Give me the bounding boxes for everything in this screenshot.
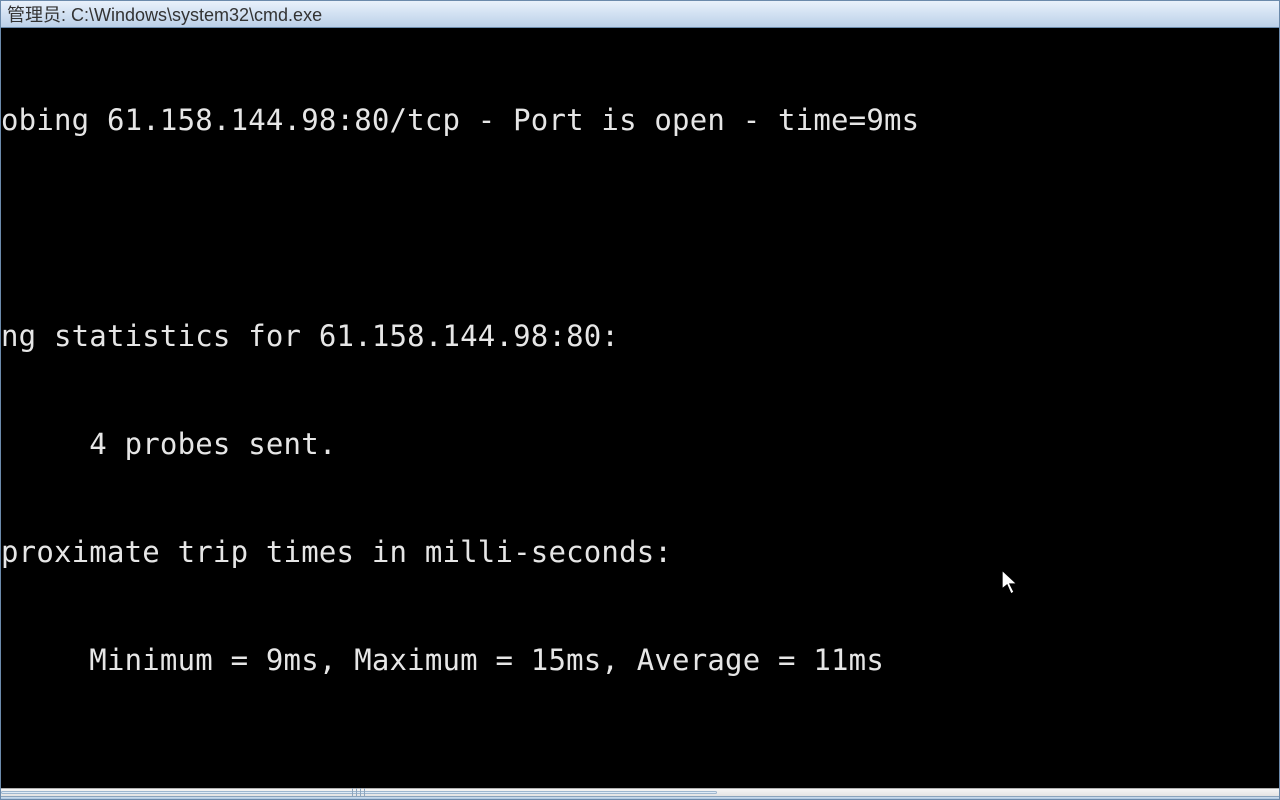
window-titlebar[interactable]: 管理员: C:\Windows\system32\cmd.exe <box>1 1 1279 28</box>
output-line: Minimum = 9ms, Maximum = 15ms, Average =… <box>1 642 1279 678</box>
output-line <box>1 750 1279 786</box>
cmd-window: 管理员: C:\Windows\system32\cmd.exe obing 6… <box>0 0 1280 800</box>
output-line: proximate trip times in milli-seconds: <box>1 534 1279 570</box>
terminal-output-area[interactable]: obing 61.158.144.98:80/tcp - Port is ope… <box>1 28 1279 788</box>
scrollbar-thumb[interactable] <box>1 791 717 793</box>
scrollbar-grip-icon <box>352 788 366 796</box>
scrollbar-track[interactable] <box>1 789 1279 795</box>
output-line <box>1 210 1279 246</box>
horizontal-scrollbar[interactable] <box>1 788 1279 795</box>
output-line: 4 probes sent. <box>1 426 1279 462</box>
output-line: obing 61.158.144.98:80/tcp - Port is ope… <box>1 102 1279 138</box>
window-title-text: 管理员: C:\Windows\system32\cmd.exe <box>7 1 322 27</box>
window-bottom-border <box>1 796 1279 799</box>
output-line: ng statistics for 61.158.144.98:80: <box>1 318 1279 354</box>
